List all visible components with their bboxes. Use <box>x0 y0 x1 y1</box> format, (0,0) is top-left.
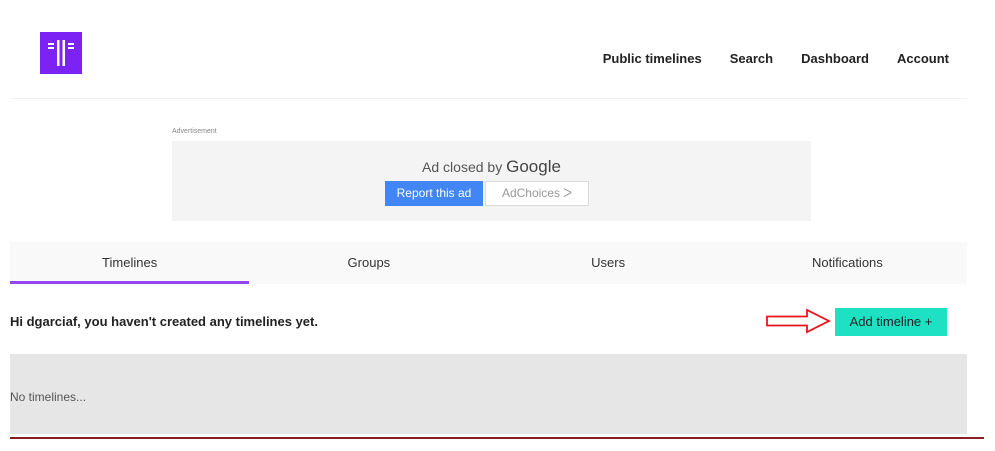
ad-closed-message: Ad closed by Google <box>172 157 811 177</box>
google-brand: Google <box>506 157 561 176</box>
tab-notifications[interactable]: Notifications <box>728 242 967 284</box>
nav-public-timelines[interactable]: Public timelines <box>603 50 702 68</box>
arrow-right-icon <box>766 308 831 334</box>
empty-state-text: No timelines... <box>10 390 87 404</box>
ad-closed-text: Ad closed by <box>422 159 503 175</box>
nav-dashboard[interactable]: Dashboard <box>801 50 869 68</box>
ad-actions: Report this ad AdChoices ᐳ <box>385 181 589 206</box>
report-ad-button[interactable]: Report this ad <box>385 181 483 206</box>
greeting-message: Hi dgarciaf, you haven't created any tim… <box>10 314 318 329</box>
ad-banner: Ad closed by Google Report this ad AdCho… <box>172 141 811 221</box>
logo-icon <box>48 40 74 66</box>
section-tabs: Timelines Groups Users Notifications <box>10 242 967 284</box>
top-nav: Public timelines Search Dashboard Accoun… <box>603 50 949 68</box>
nav-account[interactable]: Account <box>897 50 949 68</box>
nav-search[interactable]: Search <box>730 50 773 68</box>
timelines-list: No timelines... <box>10 354 967 434</box>
header-divider <box>10 98 967 99</box>
site-logo[interactable] <box>40 32 82 74</box>
adchoices-button[interactable]: AdChoices ᐳ <box>485 181 589 206</box>
ad-label: Advertisement <box>172 128 217 135</box>
bottom-border <box>10 437 984 439</box>
tab-users[interactable]: Users <box>489 242 728 284</box>
tab-groups[interactable]: Groups <box>249 242 488 284</box>
add-timeline-button[interactable]: Add timeline + <box>835 308 947 336</box>
tab-timelines[interactable]: Timelines <box>10 242 250 284</box>
